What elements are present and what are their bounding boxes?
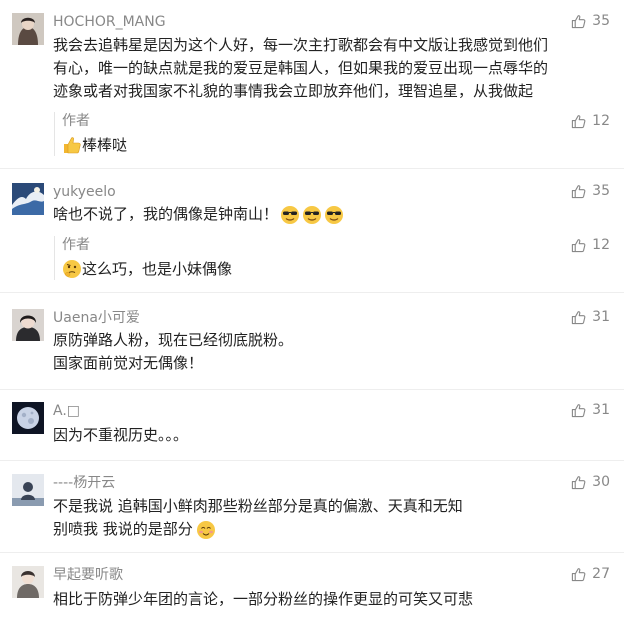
reply-text: 棒棒哒 bbox=[62, 134, 612, 156]
like-button[interactable]: 35 bbox=[571, 182, 610, 200]
like-count: 27 bbox=[592, 566, 610, 582]
sunglasses-emoji-icon bbox=[280, 205, 300, 225]
like-count: 31 bbox=[592, 309, 610, 325]
comment-text: 因为不重视历史。。。 bbox=[53, 424, 573, 447]
reply-like-button[interactable]: 12 bbox=[571, 236, 610, 254]
avatar[interactable] bbox=[12, 309, 44, 341]
username[interactable]: Uaena小可爱 bbox=[53, 310, 140, 326]
divider bbox=[0, 389, 624, 390]
comment-line: 不是我说 追韩国小鲜肉那些粉丝部分是真的偏激、天真和无知 bbox=[53, 497, 463, 515]
comment-line: 国家面前觉对无偶像！ bbox=[53, 354, 204, 372]
avatar[interactable] bbox=[12, 13, 44, 45]
avatar[interactable] bbox=[12, 566, 44, 598]
like-count: 30 bbox=[592, 474, 610, 490]
like-button[interactable]: 35 bbox=[571, 12, 610, 30]
thumb-up-icon bbox=[571, 403, 586, 418]
reply-text-content: 棒棒哒 bbox=[82, 136, 128, 154]
divider bbox=[0, 168, 624, 169]
comment-text: 相比于防弹少年团的言论，一部分粉丝的操作更显的可笑又可悲 bbox=[53, 588, 573, 611]
reply-author: 作者 bbox=[62, 237, 90, 253]
thinking-emoji-icon bbox=[62, 259, 82, 279]
thumb-up-icon bbox=[571, 14, 586, 29]
thumb-up-icon bbox=[571, 310, 586, 325]
avatar[interactable] bbox=[12, 402, 44, 434]
comment-line: 原防弹路人粉，现在已经彻底脱粉。 bbox=[53, 331, 294, 349]
thumb-up-icon bbox=[571, 184, 586, 199]
comment-line: 有心，唯一的缺点就是我的爱豆是韩国人，但如果我的爱豆出现一点辱华的 bbox=[53, 59, 549, 77]
like-button[interactable]: 27 bbox=[571, 565, 610, 583]
divider bbox=[0, 292, 624, 293]
avatar[interactable] bbox=[12, 183, 44, 215]
comment-line: 别喷我 我说的是部分 bbox=[53, 518, 573, 541]
comment-text: 我会去追韩星是因为这个人好，每一次主打歌都会有中文版让我感觉到他们 有心，唯一的… bbox=[53, 34, 573, 103]
username[interactable]: A.□ bbox=[53, 403, 80, 419]
author-reply: 作者 这么巧，也是小妹偶像 bbox=[54, 236, 612, 280]
comment-line: 因为不重视历史。。。 bbox=[53, 426, 189, 444]
username[interactable]: ----杨开云 bbox=[53, 475, 115, 491]
divider bbox=[0, 552, 624, 553]
like-button[interactable]: 31 bbox=[571, 308, 610, 326]
like-count: 35 bbox=[592, 183, 610, 199]
username[interactable]: HOCHOR_MANG bbox=[53, 14, 166, 30]
comment-line: 啥也不说了，我的偶像是钟南山！ bbox=[53, 205, 279, 223]
like-button[interactable]: 30 bbox=[571, 473, 610, 491]
reply-text-content: 这么巧，也是小妹偶像 bbox=[82, 260, 233, 278]
comment-line: 迹象或者对我国家不礼貌的事情我会立即放弃他们，理智追星，从我做起 bbox=[53, 82, 534, 100]
comment-line-text: 别喷我 我说的是部分 bbox=[53, 520, 193, 538]
comment-line: 相比于防弹少年团的言论，一部分粉丝的操作更显的可笑又可悲 bbox=[53, 590, 474, 608]
like-count: 12 bbox=[592, 113, 610, 129]
comment-text: 不是我说 追韩国小鲜肉那些粉丝部分是真的偏激、天真和无知 别喷我 我说的是部分 bbox=[53, 495, 573, 541]
avatar[interactable] bbox=[12, 474, 44, 506]
reply-author: 作者 bbox=[62, 113, 90, 129]
comment-line: 我会去追韩星是因为这个人好，每一次主打歌都会有中文版让我感觉到他们 bbox=[53, 36, 549, 54]
like-count: 31 bbox=[592, 402, 610, 418]
reply-text: 这么巧，也是小妹偶像 bbox=[62, 258, 612, 280]
sunglasses-emoji-icon bbox=[324, 205, 344, 225]
like-button[interactable]: 31 bbox=[571, 401, 610, 419]
thumb-up-icon bbox=[571, 238, 586, 253]
thumb-up-icon bbox=[571, 475, 586, 490]
username[interactable]: yukyeelo bbox=[53, 184, 116, 200]
thumb-up-icon bbox=[571, 114, 586, 129]
author-reply: 作者 棒棒哒 bbox=[54, 112, 612, 156]
like-count: 12 bbox=[592, 237, 610, 253]
comment-text: 啥也不说了，我的偶像是钟南山！ bbox=[53, 203, 573, 226]
divider bbox=[0, 460, 624, 461]
reply-like-button[interactable]: 12 bbox=[571, 112, 610, 130]
thumbs-up-emoji-icon bbox=[62, 135, 82, 155]
comment-text: 原防弹路人粉，现在已经彻底脱粉。 国家面前觉对无偶像！ bbox=[53, 329, 573, 375]
blush-emoji-icon bbox=[196, 520, 216, 540]
sunglasses-emoji-icon bbox=[302, 205, 322, 225]
username[interactable]: 早起要听歌 bbox=[53, 567, 123, 583]
like-count: 35 bbox=[592, 13, 610, 29]
thumb-up-icon bbox=[571, 567, 586, 582]
